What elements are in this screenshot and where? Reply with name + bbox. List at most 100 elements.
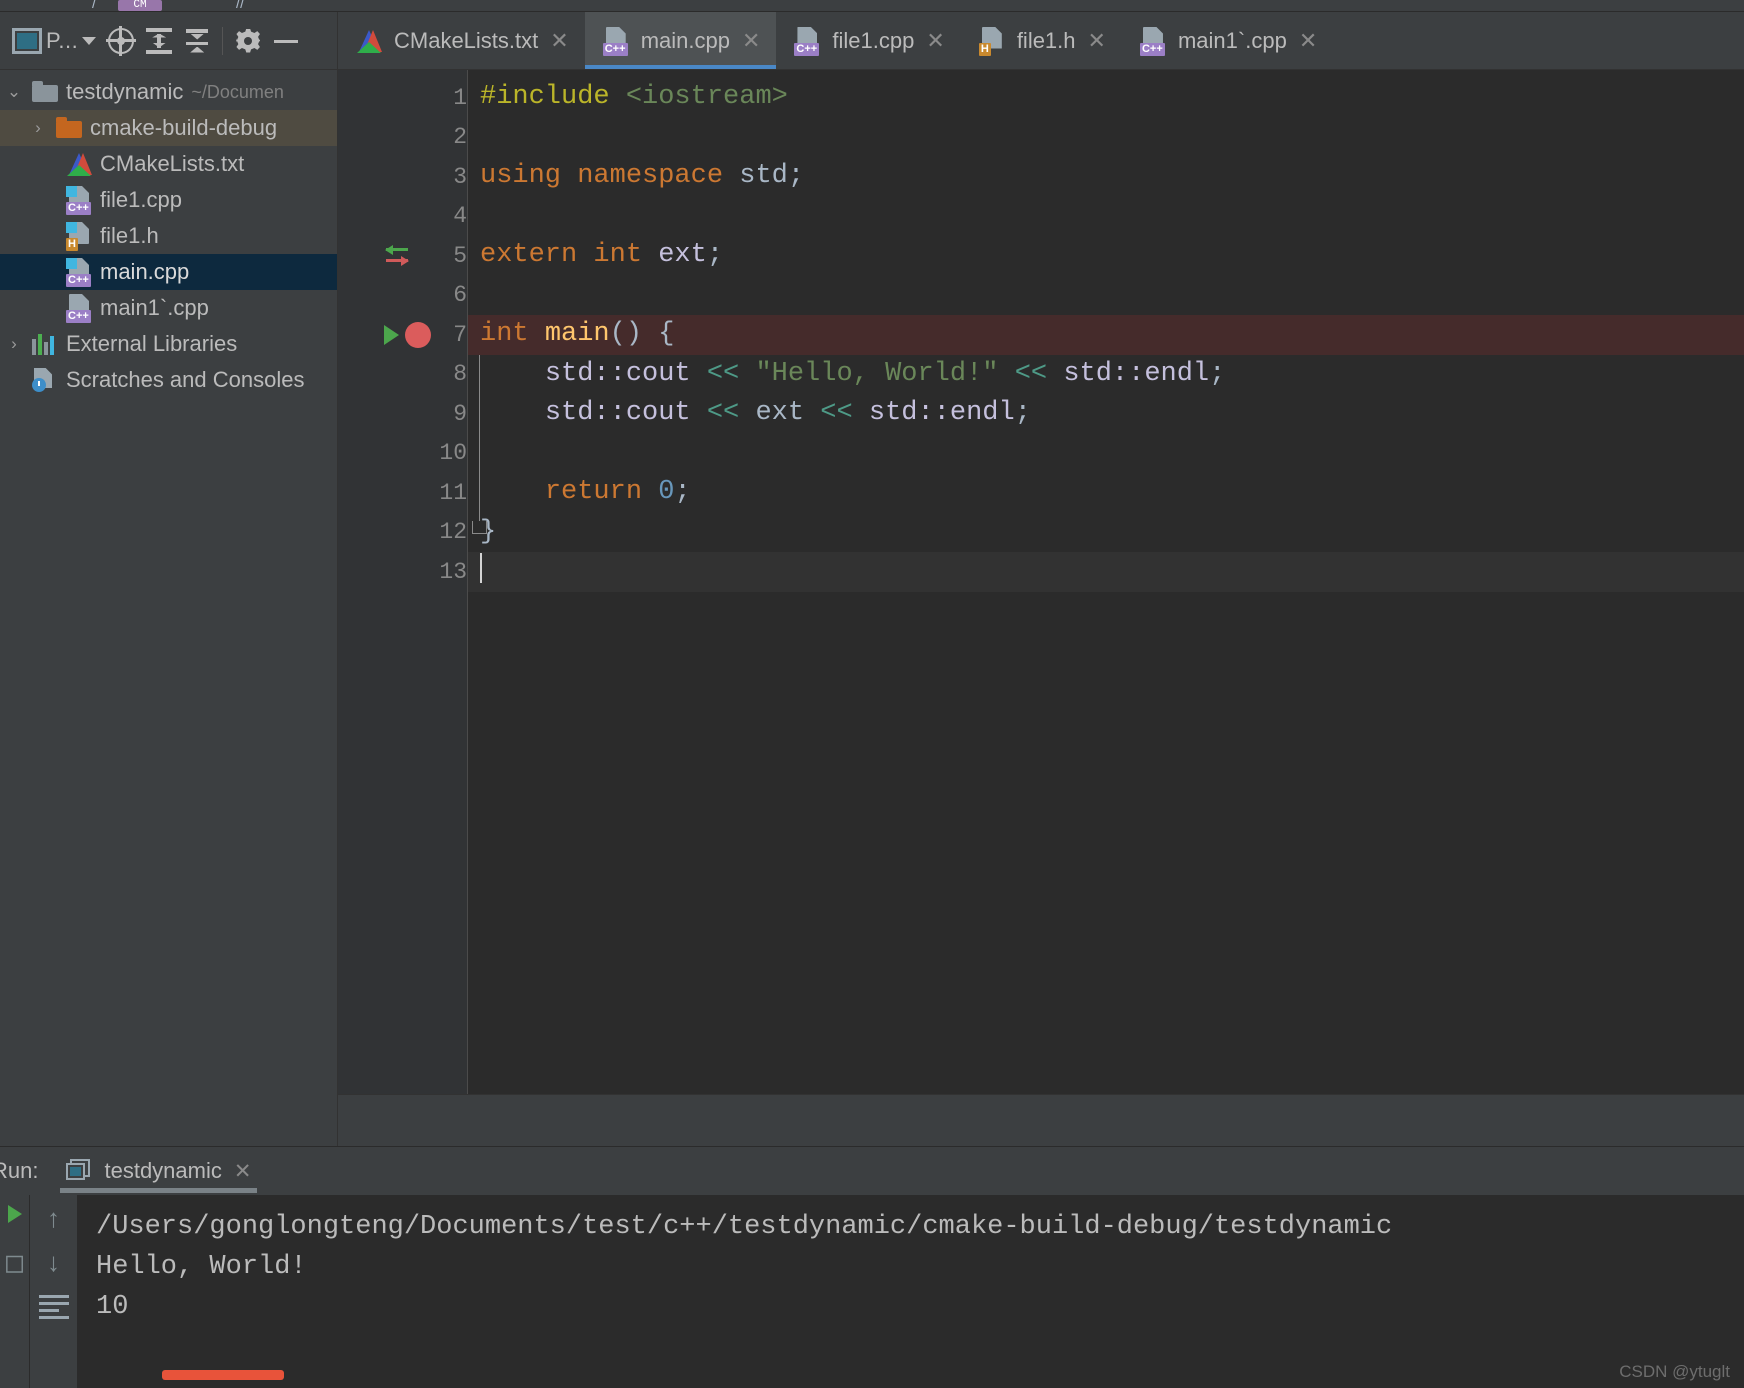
tree-item-main-cpp[interactable]: C++ main.cpp xyxy=(0,254,337,290)
run-tool-window: Run: testdynamic ✕ ◻ ↑ ↓ xyxy=(0,1146,1744,1388)
run-actions-column: ◻ xyxy=(0,1195,30,1388)
tree-item-main1-cpp[interactable]: C++ main1`.cpp xyxy=(0,290,337,326)
ide-window: / CM // P... CMakeLists.txt ✕ C++ main.c… xyxy=(0,0,1744,1388)
expand-all-icon[interactable] xyxy=(140,21,178,61)
code-area[interactable]: 1 2 3 4 5 6 7 8 9 10 11 12 13 #include <… xyxy=(338,70,1744,1094)
rerun-button[interactable] xyxy=(7,1205,22,1223)
libraries-icon xyxy=(32,333,58,355)
breakpoint-icon[interactable] xyxy=(405,321,431,348)
tree-item-cmake-build-debug[interactable]: › cmake-build-debug xyxy=(0,110,337,146)
folder-icon xyxy=(56,117,82,138)
code-line[interactable]: return 0; xyxy=(468,473,1744,513)
code-line[interactable]: int main() { xyxy=(468,315,1744,355)
progress-bar xyxy=(162,1370,284,1380)
tree-item-scratches-and-consoles[interactable]: Scratches and Consoles xyxy=(0,362,337,398)
cpp-file-icon: C++ xyxy=(794,26,820,56)
run-tool-window-body: ◻ ↑ ↓ /Users/gonglongteng/Documents/test… xyxy=(0,1195,1744,1388)
run-tab-testdynamic[interactable]: testdynamic ✕ xyxy=(52,1147,265,1195)
code-line[interactable]: } xyxy=(468,513,1744,553)
code-line[interactable]: std::cout << ext << std::endl; xyxy=(468,394,1744,434)
tree-item-label: cmake-build-debug xyxy=(90,115,278,140)
h-file-icon: H xyxy=(66,222,92,251)
stop-button[interactable]: ◻ xyxy=(4,1249,26,1275)
toolbar-divider xyxy=(222,26,224,55)
chevron-right-icon[interactable]: › xyxy=(4,334,24,354)
locate-file-icon[interactable] xyxy=(102,21,140,61)
folder-icon xyxy=(32,81,58,102)
chevron-down-icon[interactable]: ⌄ xyxy=(4,82,24,102)
code-line[interactable] xyxy=(468,197,1744,237)
cmake-icon xyxy=(356,28,382,54)
close-icon[interactable]: ✕ xyxy=(1299,28,1317,54)
code-lines[interactable]: − #include <iostream> using namespace st… xyxy=(468,70,1744,1094)
code-line-active[interactable] xyxy=(468,552,1744,592)
gutter-line: 11 xyxy=(439,479,467,506)
editor-tab-main-cpp[interactable]: C++ main.cpp ✕ xyxy=(584,12,777,69)
close-icon[interactable]: ✕ xyxy=(550,28,568,54)
code-line[interactable] xyxy=(468,276,1744,316)
code-line[interactable]: extern int ext; xyxy=(468,236,1744,276)
editor-tab-cmakelists[interactable]: CMakeLists.txt ✕ xyxy=(338,12,585,69)
tree-item-label: External Libraries xyxy=(66,331,238,356)
code-line[interactable]: std::cout << "Hello, World!" << std::end… xyxy=(468,355,1744,395)
console-output[interactable]: /Users/gonglongteng/Documents/test/c++/t… xyxy=(78,1195,1744,1388)
cmake-badge-fragment: CM xyxy=(118,0,162,11)
tree-item-label: file1.h xyxy=(100,223,159,248)
code-editor: 1 2 3 4 5 6 7 8 9 10 11 12 13 #include <… xyxy=(338,70,1744,1146)
tree-item-path: ~/Documen xyxy=(191,81,284,102)
project-window-icon[interactable] xyxy=(8,21,46,61)
close-icon[interactable]: ✕ xyxy=(234,1159,252,1184)
scroll-up-button[interactable]: ↑ xyxy=(47,1205,60,1231)
menu-fragment-2: // xyxy=(236,0,245,11)
text-caret xyxy=(480,552,482,583)
editor-gutter[interactable]: 1 2 3 4 5 6 7 8 9 10 11 12 13 xyxy=(338,70,468,1094)
gutter-line: 13 xyxy=(439,558,467,585)
hide-panel-icon[interactable] xyxy=(267,21,305,61)
code-line[interactable]: using namespace std; xyxy=(468,157,1744,197)
tree-item-external-libraries[interactable]: › External Libraries xyxy=(0,326,337,362)
menu-fragment-1: / xyxy=(92,0,97,11)
console-line: Hello, World! xyxy=(96,1252,307,1282)
gutter-line: 2 xyxy=(453,124,467,151)
tree-item-testdynamic[interactable]: ⌄ testdynamic ~/Documen xyxy=(0,74,337,110)
project-tree[interactable]: ⌄ testdynamic ~/Documen › cmake-build-de… xyxy=(0,70,338,1146)
editor-tab-file1-cpp[interactable]: C++ file1.cpp ✕ xyxy=(776,12,960,69)
console-actions-column: ↑ ↓ xyxy=(30,1195,77,1388)
tree-item-file1-h[interactable]: H file1.h xyxy=(0,218,337,254)
code-line[interactable] xyxy=(468,434,1744,474)
gutter-line: 10 xyxy=(439,440,467,467)
scratches-icon xyxy=(32,368,58,392)
close-icon[interactable]: ✕ xyxy=(1088,28,1106,54)
editor-tab-label: file1.cpp xyxy=(832,27,915,53)
project-panel-title[interactable]: P... xyxy=(46,28,102,54)
close-icon[interactable]: ✕ xyxy=(742,28,760,54)
gutter-line: 8 xyxy=(453,361,467,388)
scroll-down-button[interactable]: ↓ xyxy=(47,1249,60,1275)
gutter-line: 4 xyxy=(453,203,467,230)
code-line[interactable]: #include <iostream> xyxy=(468,78,1744,118)
settings-gear-icon[interactable] xyxy=(229,21,267,61)
tree-item-label: Scratches and Consoles xyxy=(66,367,305,392)
tree-item-file1-cpp[interactable]: C++ file1.cpp xyxy=(0,182,337,218)
tree-item-cmakelists[interactable]: CMakeLists.txt xyxy=(0,146,337,182)
run-gutter-icon[interactable] xyxy=(384,324,399,345)
implementation-arrows-icon[interactable] xyxy=(384,243,410,269)
code-line[interactable] xyxy=(468,118,1744,158)
window-top-strip: / CM // xyxy=(0,0,1744,12)
chevron-right-icon[interactable]: › xyxy=(28,118,48,138)
gutter-line: 3 xyxy=(453,163,467,190)
editor-tab-label: main.cpp xyxy=(640,27,730,53)
gutter-line: 12 xyxy=(439,519,467,546)
run-label: Run: xyxy=(0,1158,39,1183)
gutter-line: 7 xyxy=(338,315,467,355)
collapse-all-icon[interactable] xyxy=(178,21,216,61)
editor-tab-file1-h[interactable]: H file1.h ✕ xyxy=(961,12,1122,69)
editor-tab-main1-cpp[interactable]: C++ main1`.cpp ✕ xyxy=(1122,12,1333,69)
cpp-file-icon: C++ xyxy=(602,26,629,56)
console-line: /Users/gonglongteng/Documents/test/c++/t… xyxy=(96,1212,1393,1242)
gutter-line: 5 xyxy=(338,236,467,276)
soft-wrap-button[interactable] xyxy=(38,1293,69,1319)
cpp-file-icon: C++ xyxy=(66,294,92,323)
close-icon[interactable]: ✕ xyxy=(926,28,944,54)
tree-item-label: CMakeLists.txt xyxy=(100,151,245,176)
